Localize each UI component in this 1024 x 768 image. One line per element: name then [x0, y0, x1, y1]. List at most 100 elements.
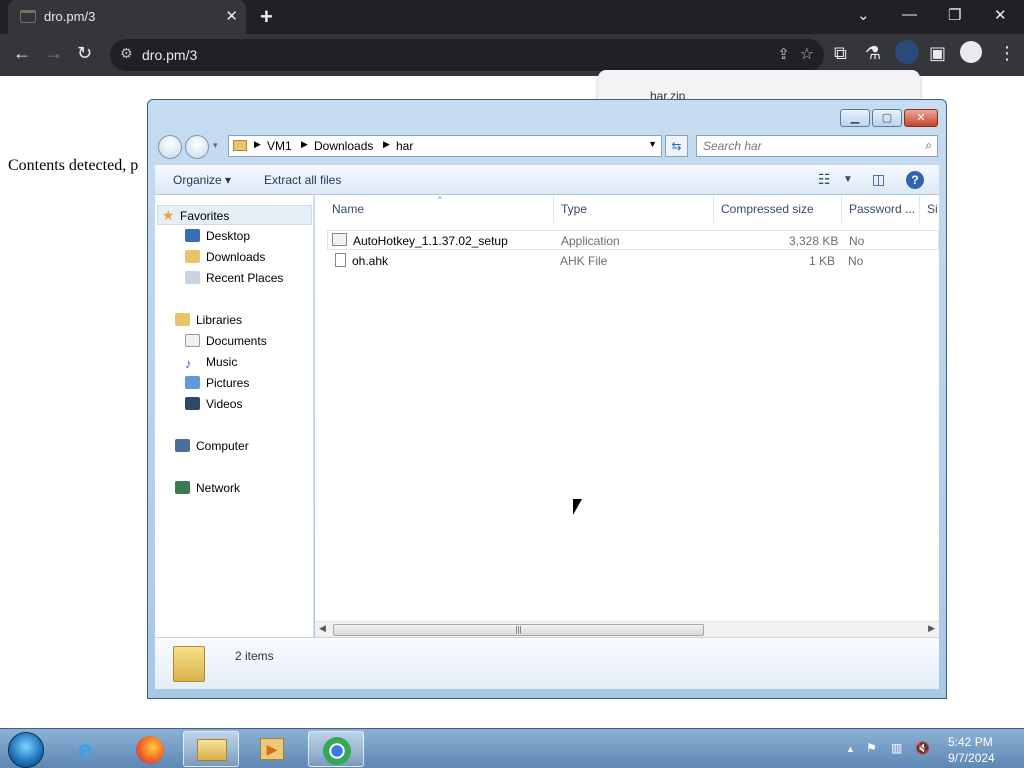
column-divider[interactable]	[713, 195, 714, 223]
breadcrumb-separator-icon[interactable]: ▶	[254, 139, 261, 150]
nav-favorites[interactable]: ★ Favorites	[157, 205, 312, 225]
breadcrumb-vm1[interactable]: VM1	[267, 139, 292, 153]
start-button[interactable]	[8, 732, 44, 768]
scroll-right-icon[interactable]: ▶	[928, 623, 935, 634]
nav-recent-places[interactable]: Recent Places	[185, 271, 283, 289]
nav-documents-label: Documents	[206, 334, 267, 348]
bookmark-star-icon[interactable]: ☆	[800, 44, 814, 64]
nav-computer[interactable]: Computer	[175, 439, 249, 457]
scroll-left-icon[interactable]: ◀	[319, 623, 326, 634]
site-info-icon[interactable]: ⚙	[120, 45, 133, 62]
extensions-puzzle-icon[interactable]: ⧉	[834, 43, 847, 64]
close-window-button[interactable]: ✕	[994, 6, 1007, 24]
table-row[interactable]: AutoHotkey_1.1.37.02_setup Application 3…	[327, 230, 939, 250]
nav-libraries[interactable]: Libraries	[175, 313, 242, 331]
back-arrow-icon[interactable]: ←	[13, 43, 31, 64]
menu-kebab-icon[interactable]: ⋮	[998, 43, 1016, 64]
column-header-size[interactable]: Si	[927, 202, 938, 216]
download-progress-icon[interactable]	[895, 40, 919, 64]
nav-favorites-label: Favorites	[180, 209, 230, 223]
explorer-close-button[interactable]: ✕	[904, 109, 938, 127]
refresh-button[interactable]: ⇆	[665, 135, 688, 157]
explorer-address-bar[interactable]: ▶ VM1 ▶ Downloads ▶ har ▼	[228, 135, 662, 157]
page-body-text: Contents detected, p	[8, 157, 139, 174]
view-options-chevron-icon[interactable]: ▼	[843, 174, 853, 185]
breadcrumb-separator-icon[interactable]: ▶	[301, 139, 308, 150]
videos-filmstrip-icon	[185, 397, 200, 410]
tab-search-chevron-icon[interactable]: ⌄	[857, 6, 870, 24]
taskbar-chrome[interactable]	[308, 731, 364, 767]
profile-avatar-icon[interactable]	[960, 41, 982, 63]
nav-network[interactable]: Network	[175, 481, 240, 499]
back-button[interactable]	[158, 135, 182, 159]
music-note-icon: ♪	[185, 356, 192, 371]
organize-button[interactable]: Organize ▾	[173, 173, 231, 187]
labs-flask-icon[interactable]: ⚗	[865, 43, 881, 64]
forward-arrow-icon[interactable]: →	[45, 43, 63, 64]
explorer-maximize-button[interactable]: ▢	[872, 109, 902, 127]
share-icon[interactable]: ⇪	[777, 45, 790, 63]
column-header-password[interactable]: Password ...	[849, 202, 915, 216]
browser-tab[interactable]: dro.pm/3 ✕	[8, 0, 246, 34]
new-tab-button[interactable]: +	[260, 4, 273, 30]
help-icon[interactable]: ?	[906, 171, 924, 189]
column-header-compressed-size[interactable]: Compressed size	[721, 202, 814, 216]
address-bar[interactable]: ⚙ dro.pm/3 ⇪ ☆	[110, 39, 824, 71]
file-name[interactable]: oh.ahk	[352, 254, 388, 268]
nav-music[interactable]: ♪ Music	[185, 355, 237, 373]
column-header-type[interactable]: Type	[561, 202, 587, 216]
breadcrumb-har[interactable]: har	[396, 139, 413, 153]
action-center-flag-icon[interactable]: ⚑	[866, 741, 877, 755]
column-divider[interactable]	[919, 195, 920, 223]
clock-date[interactable]: 9/7/2024	[948, 751, 995, 765]
network-status-icon[interactable]: ▥	[891, 741, 902, 755]
show-hidden-icons-icon[interactable]: ▲	[846, 744, 855, 754]
nav-desktop[interactable]: Desktop	[185, 229, 250, 247]
clock-time[interactable]: 5:42 PM	[948, 735, 993, 749]
side-panel-icon[interactable]: ▣	[929, 43, 946, 64]
column-divider[interactable]	[553, 195, 554, 223]
explorer-search-box[interactable]: ⌕	[696, 135, 938, 157]
nav-videos-label: Videos	[206, 397, 243, 411]
volume-muted-icon[interactable]: 🔇	[915, 741, 930, 755]
breadcrumb-separator-icon[interactable]: ▶	[383, 139, 390, 150]
file-password: No	[848, 254, 864, 268]
search-icon[interactable]: ⌕	[925, 138, 932, 153]
tab-close-icon[interactable]: ✕	[225, 7, 238, 25]
minimize-window-button[interactable]: —	[902, 6, 917, 23]
horizontal-scrollbar[interactable]: ◀ ||| ▶	[315, 621, 939, 637]
breadcrumb-downloads[interactable]: Downloads	[314, 139, 373, 153]
nav-downloads[interactable]: Downloads	[185, 250, 265, 268]
address-dropdown-icon[interactable]: ▼	[648, 139, 657, 149]
browser-tab-strip: dro.pm/3 ✕ + ⌄ — ❐ ✕	[0, 0, 1024, 34]
chrome-icon	[323, 737, 351, 765]
taskbar-media-player[interactable]: ▶	[244, 731, 300, 767]
explorer-minimize-button[interactable]: ▁	[840, 109, 870, 127]
search-input[interactable]	[703, 138, 903, 154]
item-count: 2 items	[235, 649, 274, 663]
scrollbar-thumb[interactable]: |||	[333, 624, 704, 636]
nav-videos[interactable]: Videos	[185, 397, 242, 415]
folder-icon	[197, 739, 227, 761]
change-view-icon[interactable]: ☷	[818, 171, 831, 188]
column-header-name[interactable]: Name	[332, 202, 364, 216]
restore-window-button[interactable]: ❐	[948, 6, 961, 24]
table-row[interactable]: oh.ahk AHK File 1 KB No	[327, 251, 939, 271]
file-name[interactable]: AutoHotkey_1.1.37.02_setup	[353, 234, 508, 248]
file-list-pane[interactable]: ⌃ Name Type Compressed size Password ...…	[315, 195, 939, 637]
column-divider[interactable]	[841, 195, 842, 223]
details-pane: 2 items	[155, 637, 939, 689]
taskbar-internet-explorer[interactable]: e	[62, 731, 118, 767]
forward-button[interactable]	[185, 135, 209, 159]
nav-pictures[interactable]: Pictures	[185, 376, 249, 394]
media-player-icon: ▶	[260, 738, 284, 760]
reload-icon[interactable]: ↻	[77, 43, 92, 64]
extract-all-button[interactable]: Extract all files	[264, 173, 341, 187]
recent-pages-chevron-icon[interactable]: ▾	[213, 140, 218, 151]
preview-pane-icon[interactable]: ◫	[872, 171, 885, 188]
nav-documents[interactable]: Documents	[185, 334, 267, 352]
address-url[interactable]: dro.pm/3	[142, 47, 197, 63]
taskbar-firefox[interactable]	[122, 731, 178, 767]
taskbar-explorer[interactable]	[183, 731, 239, 767]
zip-folder-icon	[173, 646, 205, 682]
